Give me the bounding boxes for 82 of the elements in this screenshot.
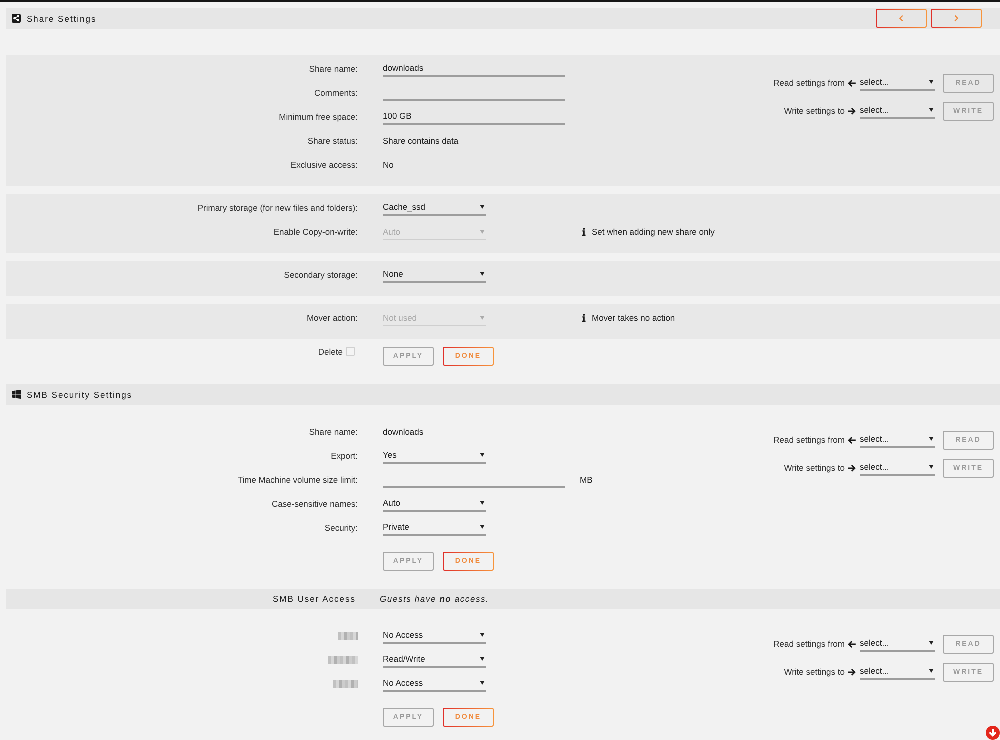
dropdown[interactable]: Private [383,520,486,536]
value-text: downloads [383,427,424,437]
field-label: Comments: [314,88,358,98]
caret-down-icon [480,453,485,457]
caret-down-icon [480,681,485,685]
arrow-left-icon [848,640,856,648]
caret-down-icon [480,525,485,529]
field-label: Read settings from [774,78,845,88]
field-label: Write settings to [784,463,845,473]
dropdown[interactable]: Yes [383,448,486,464]
caret-down-icon [480,272,485,276]
field-label: Share name: [309,427,358,437]
info-icon [582,314,586,322]
field-label: Share name: [309,64,358,74]
field-label: Share status: [308,136,358,146]
value-text: Share contains data [383,136,459,146]
dropdown[interactable]: select... [860,664,935,680]
caret-down-icon [480,501,485,505]
checkbox[interactable] [346,347,355,356]
arrow-right-icon [848,668,856,676]
field-label: Case-sensitive names: [272,499,358,509]
info-note: Mover takes no action [592,313,676,323]
field-label: Write settings to [784,667,845,677]
field-label: Export: [331,451,358,461]
field-label: Read settings from [774,435,845,445]
section-title: SMB Security Settings [27,390,133,400]
text-input[interactable]: 100 GB [383,109,565,125]
section-title: SMB User Access [272,594,356,604]
dropdown[interactable]: select... [860,460,935,476]
arrow-down-circle-icon[interactable] [986,726,1000,740]
field-label: Read settings from [774,639,845,649]
text-input[interactable]: downloads [383,61,565,77]
dropdown[interactable]: select... [860,103,935,119]
blurred-name-icon [333,680,358,688]
previous-button[interactable] [876,9,927,28]
field-label: Exclusive access: [290,160,358,170]
caret-down-icon [480,633,485,637]
blurred-name-icon [338,632,358,640]
field-label: Security: [324,523,358,533]
caret-down-icon [480,230,485,234]
windows-icon [12,390,21,399]
dropdown[interactable]: Cache_ssd [383,200,486,216]
caret-down-icon [929,669,934,673]
chevron-right-icon [954,15,959,22]
share-icon [12,14,21,23]
arrow-right-icon [848,464,856,472]
field-label: Write settings to [784,106,845,116]
dropdown[interactable]: select... [860,636,935,652]
dropdown[interactable]: Read/Write [383,652,486,668]
caret-down-icon [929,80,934,84]
caret-down-icon [480,657,485,661]
field-label: Delete [318,348,343,356]
caret-down-icon [480,205,485,209]
field-label: Minimum free space: [279,112,358,122]
field-label: Time Machine volume size limit: [238,475,358,485]
section-title: Share Settings [27,14,97,24]
arrow-left-icon [848,436,856,444]
caret-down-icon [929,465,934,469]
blurred-name-icon [328,656,358,664]
arrow-right-icon [848,108,856,114]
dropdown[interactable]: No Access [383,628,486,644]
field-label: Enable Copy-on-write: [274,227,358,237]
dropdown[interactable]: select... [860,75,935,91]
dropdown[interactable]: None [383,267,486,283]
caret-down-icon [929,108,934,112]
field-label: Mover action: [306,313,358,323]
field-label: Primary storage (for new files and folders): [198,203,358,213]
value-text: No [383,160,394,170]
caret-down-icon [929,641,934,645]
chevron-left-icon [899,15,904,22]
info-icon [582,228,586,236]
dropdown[interactable]: select... [860,432,935,448]
caret-down-icon [480,316,485,320]
dropdown[interactable]: No Access [383,676,486,692]
field-label: Secondary storage: [284,270,358,280]
unit-label: MB [580,475,593,485]
info-note: Set when adding new share only [592,227,715,237]
caret-down-icon [929,437,934,441]
arrow-left-icon [848,80,856,86]
next-button[interactable] [931,9,982,28]
dropdown[interactable]: Auto [383,496,486,512]
guest-access-note: Guests have no access. [380,594,490,604]
